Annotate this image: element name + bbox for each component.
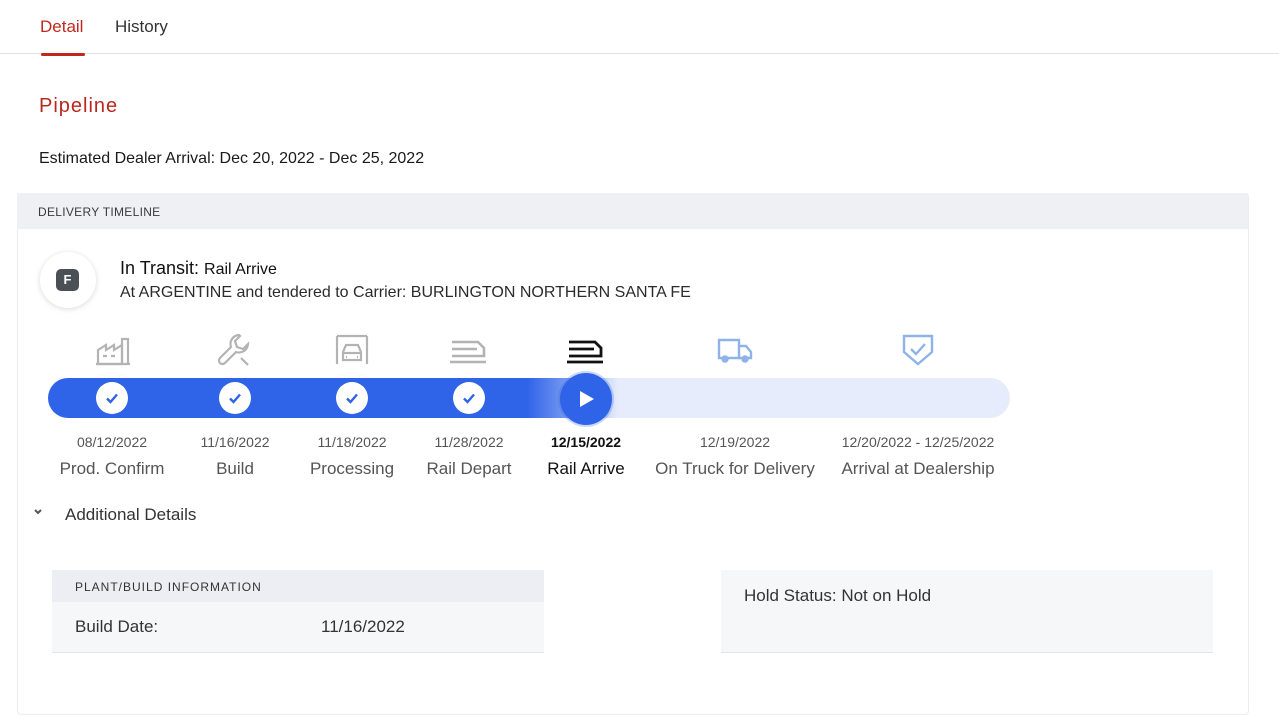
- status-detail: At ARGENTINE and tendered to Carrier: BU…: [120, 284, 691, 301]
- additional-details-toggle[interactable]: Additional Details: [65, 505, 196, 525]
- status-avatar: F: [40, 252, 96, 308]
- chevron-down-icon[interactable]: [31, 505, 45, 519]
- build-date-label: Build Date:: [75, 617, 159, 636]
- stage-date: 12/20/2022 - 12/25/2022: [841, 434, 995, 450]
- tab-detail[interactable]: Detail: [40, 17, 83, 37]
- stage-label: Arrival at Dealership: [841, 459, 995, 478]
- active-tab-indicator: [41, 53, 85, 56]
- stage-complete-icon: [336, 382, 368, 414]
- tab-bar: Detail History: [0, 0, 1279, 54]
- factory-icon: [96, 337, 130, 366]
- hold-status: Hold Status: Not on Hold: [744, 586, 932, 605]
- status-badge: F: [56, 269, 79, 291]
- delivery-timeline-title: DELIVERY TIMELINE: [38, 205, 161, 219]
- train-icon: [450, 340, 486, 364]
- plant-build-header: PLANT/BUILD INFORMATION: [52, 570, 544, 602]
- car-wash-icon: [335, 334, 369, 364]
- stage-complete-icon: [219, 382, 251, 414]
- current-stage-play-icon: [560, 373, 612, 425]
- status-prefix: In Transit:: [120, 258, 200, 278]
- train-icon-current: [567, 340, 603, 364]
- plant-build-info-panel: PLANT/BUILD INFORMATION Build Date: 11/1…: [52, 570, 544, 653]
- stage-complete-icon: [96, 382, 128, 414]
- estimated-dealer-arrival: Estimated Dealer Arrival: Dec 20, 2022 -…: [39, 150, 424, 168]
- plant-build-title: PLANT/BUILD INFORMATION: [75, 580, 262, 594]
- status-headline: In Transit: Rail Arrive: [120, 258, 277, 279]
- status-stage: Rail Arrive: [204, 261, 277, 278]
- build-date-value: 11/16/2022: [321, 617, 405, 636]
- hold-status-panel: Hold Status: Not on Hold: [721, 570, 1213, 653]
- stage-complete-icon: [453, 382, 485, 414]
- delivery-timeline-header: DELIVERY TIMELINE: [17, 193, 1248, 229]
- truck-icon: [717, 338, 753, 363]
- timeline-progress: [48, 378, 618, 418]
- stage-date: 12/19/2022: [699, 434, 771, 450]
- eta-label: Estimated Dealer Arrival:: [39, 150, 216, 167]
- tab-history[interactable]: History: [115, 17, 168, 37]
- eta-value: Dec 20, 2022 - Dec 25, 2022: [219, 150, 425, 167]
- shield-check-icon: [902, 334, 934, 366]
- wrench-icon: [217, 333, 250, 366]
- pipeline-title: Pipeline: [39, 95, 119, 117]
